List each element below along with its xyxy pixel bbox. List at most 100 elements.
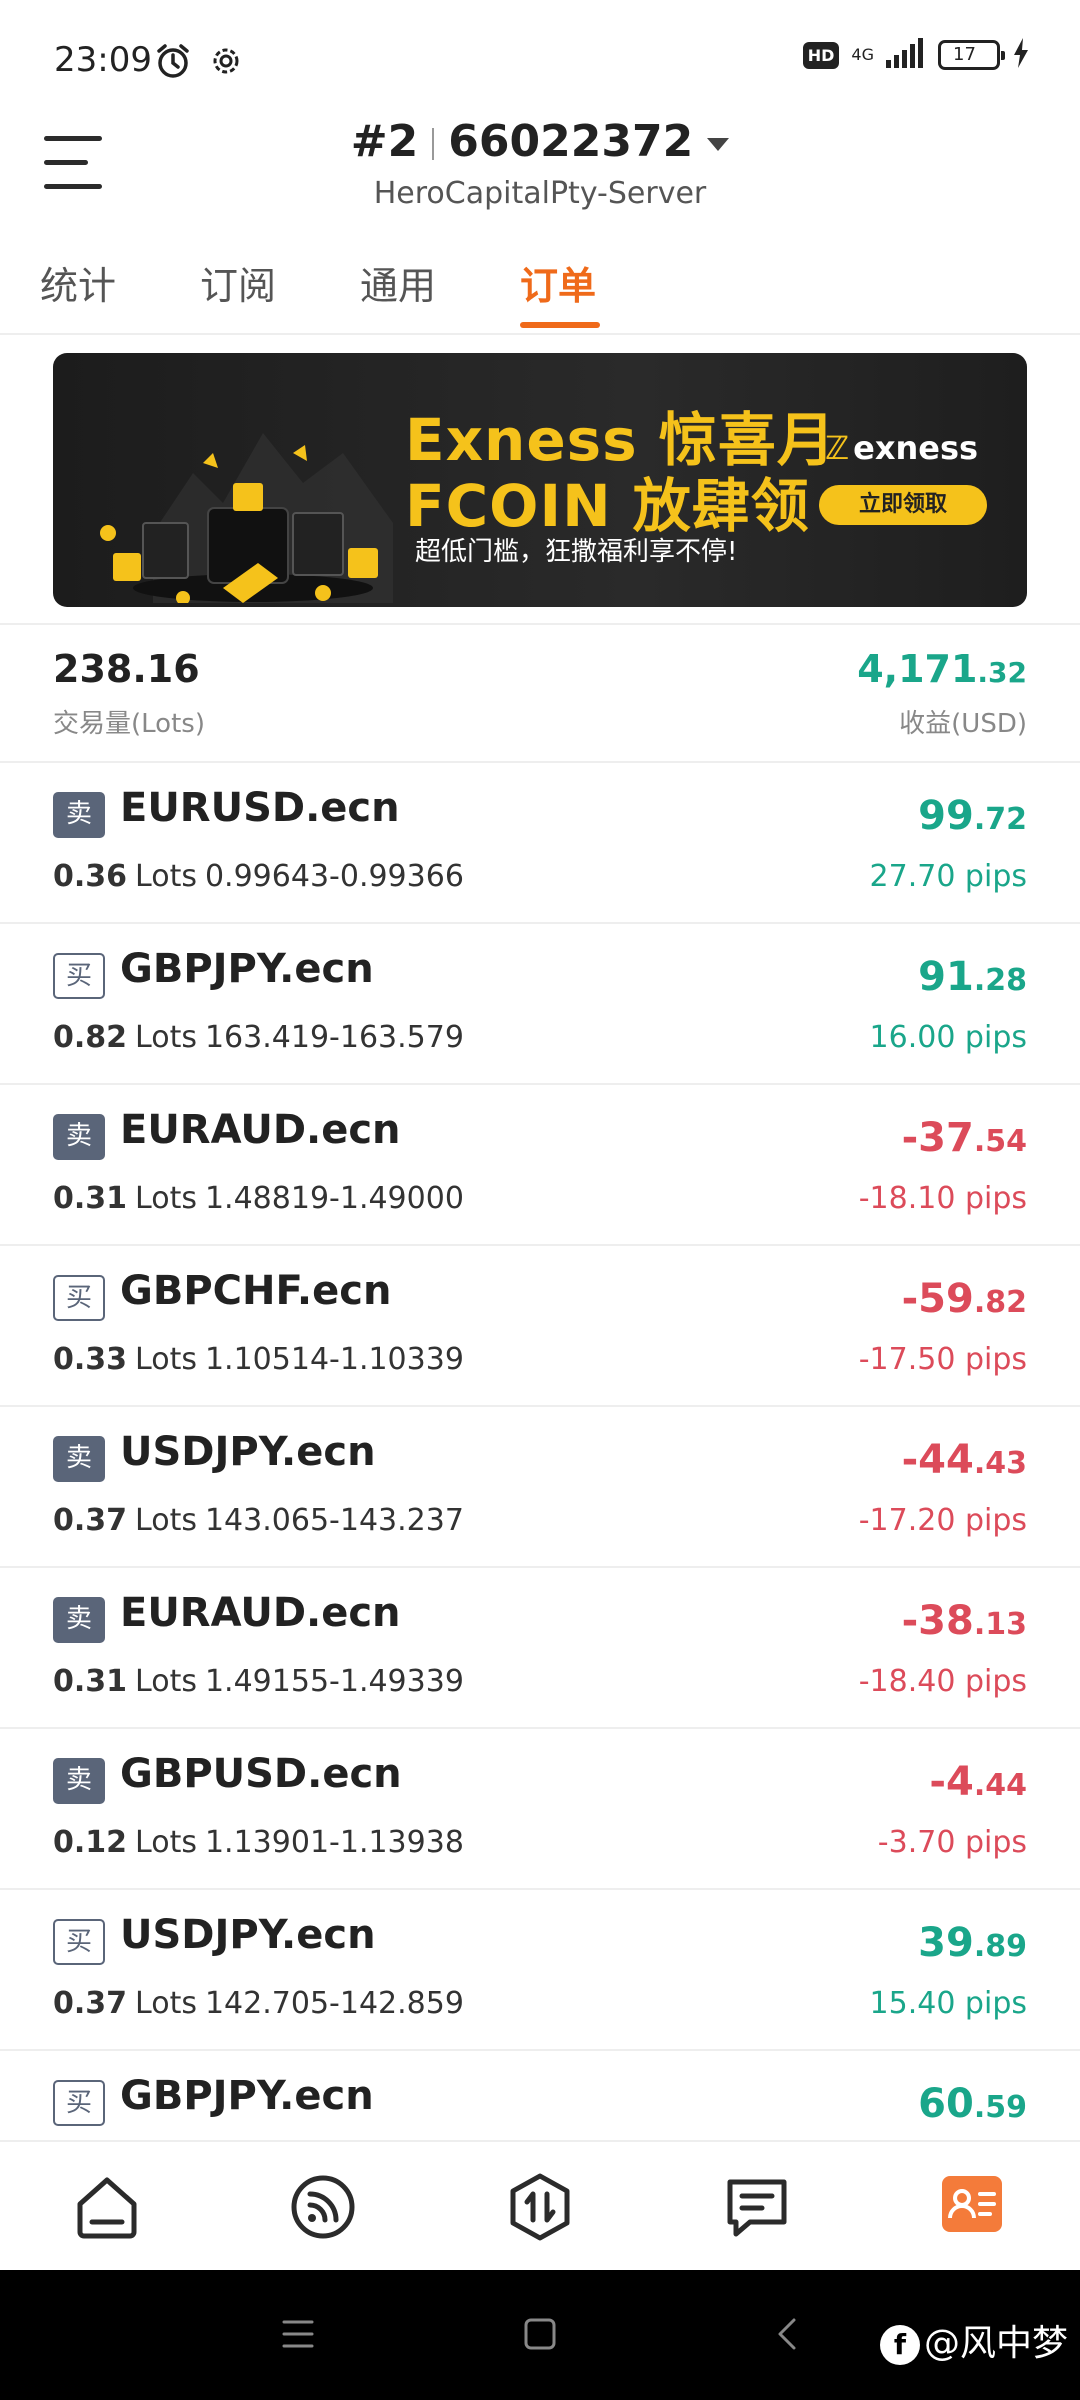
order-prices: 1.48819-1.49000 (204, 1181, 464, 1216)
exness-logo: ℤexness (825, 429, 978, 467)
status-right: HD 4G 17 (802, 38, 1030, 72)
order-symbol: EURAUD.ecn (120, 1107, 401, 1153)
order-side-badge: 卖 (53, 1597, 105, 1643)
order-side-badge: 卖 (53, 792, 105, 838)
order-side-badge: 买 (53, 1919, 105, 1965)
order-profit: -4.44 (929, 1759, 1027, 1805)
order-lots-unit: Lots (135, 1020, 197, 1055)
signal-icon (291, 2175, 355, 2239)
alarm-icon (154, 42, 192, 84)
nav-messages[interactable] (722, 2172, 792, 2242)
charging-icon (1012, 38, 1030, 72)
order-pips: 15.40 pips (869, 1986, 1027, 2021)
watermark: f @风中梦 (879, 2314, 1068, 2366)
order-pips: -18.10 pips (858, 1181, 1027, 1216)
order-profit-dec: .89 (973, 1929, 1027, 1964)
dropdown-caret-icon (707, 137, 730, 151)
order-profit-int: -38 (901, 1598, 974, 1644)
settings-gear-icon (210, 45, 242, 81)
order-profit: -59.82 (902, 1276, 1027, 1322)
order-prices: 1.49155-1.49339 (204, 1664, 464, 1699)
order-row[interactable]: 卖 EURAUD.ecn 0.31 Lots 1.48819-1.49000 -37… (0, 1085, 1080, 1246)
nav-home[interactable] (72, 2172, 142, 2242)
order-row[interactable]: 买 GBPCHF.ecn 0.33 Lots 1.10514-1.10339 -59… (0, 1246, 1080, 1407)
order-side-badge: 买 (53, 1275, 105, 1321)
tab-subscriptions[interactable]: 订阅 (200, 255, 276, 310)
order-profit-int: -59 (901, 1276, 974, 1322)
order-symbol: GBPJPY.ecn (120, 2073, 374, 2119)
hd-badge: HD (802, 41, 840, 69)
home-square-icon (524, 2318, 556, 2350)
back-arrow-icon (778, 2318, 796, 2350)
status-time: 23:09 (54, 40, 152, 80)
order-row[interactable]: 卖 USDJPY.ecn 0.37 Lots 143.065-143.237 -44… (0, 1407, 1080, 1568)
system-navigation-bar: f @风中梦 (0, 2270, 1080, 2400)
order-side-badge: 买 (53, 953, 105, 999)
order-lots: 0.33 (53, 1342, 128, 1377)
exness-mark-icon: ℤ (825, 429, 850, 467)
order-pips: -17.20 pips (858, 1503, 1027, 1538)
order-symbol: EURAUD.ecn (120, 1590, 401, 1636)
order-profit-dec: .44 (973, 1768, 1027, 1803)
bottom-navigation (0, 2140, 1080, 2270)
battery-level: 17 (953, 44, 976, 65)
order-pips: -18.40 pips (858, 1664, 1027, 1699)
order-symbol: GBPJPY.ecn (120, 946, 374, 992)
order-lots-line: 0.33 Lots 1.10514-1.10339 (53, 1342, 464, 1377)
account-selector[interactable]: #2 66022372 (0, 116, 1080, 167)
order-pips: 16.00 pips (869, 1020, 1027, 1055)
total-volume-label: 交易量(Lots) (53, 709, 205, 739)
total-profit: 4,171.32 (857, 647, 1027, 691)
order-pips: 27.70 pips (869, 859, 1027, 894)
account-separator (432, 128, 435, 160)
recent-apps-button[interactable] (280, 2316, 316, 2356)
order-profit: 91.28 (918, 954, 1027, 1000)
total-profit-int: 4,171 (857, 647, 978, 691)
banner-subtitle: 超低门槛，狂撒福利享不停! (415, 537, 738, 567)
order-row[interactable]: 买 GBPJPY.ecn 0.82 Lots 163.419-163.579 91.… (0, 924, 1080, 1085)
order-symbol: USDJPY.ecn (120, 1429, 376, 1475)
order-row[interactable]: 卖 EURAUD.ecn 0.31 Lots 1.49155-1.49339 -38… (0, 1568, 1080, 1729)
order-profit-int: 99 (918, 793, 974, 839)
order-side-badge: 卖 (53, 1114, 105, 1160)
nav-trade[interactable] (505, 2172, 575, 2242)
home-icon (77, 2177, 137, 2239)
promo-banner[interactable]: Exness 惊喜月 FCOIN 放肆领 超低门槛，狂撒福利享不停! ℤexne… (53, 353, 1027, 607)
order-profit-dec: .59 (973, 2090, 1027, 2125)
order-profit-dec: .82 (973, 1285, 1027, 1320)
order-lots-line: 0.82 Lots 163.419-163.579 (53, 1020, 464, 1055)
order-row[interactable]: 买 USDJPY.ecn 0.37 Lots 142.705-142.859 39.… (0, 1890, 1080, 2051)
message-icon (727, 2179, 787, 2237)
banner-claim-button[interactable]: 立即领取 (819, 485, 987, 525)
nav-signals[interactable] (288, 2172, 358, 2242)
order-row[interactable]: 卖 GBPUSD.ecn 0.12 Lots 1.13901-1.13938 -4.… (0, 1729, 1080, 1890)
back-button[interactable] (770, 2316, 806, 2356)
network-type: 4G (851, 45, 874, 64)
order-profit: 39.89 (918, 1920, 1027, 1966)
tab-general[interactable]: 通用 (360, 255, 436, 310)
tab-orders[interactable]: 订单 (520, 255, 596, 310)
home-button[interactable] (522, 2316, 558, 2356)
order-prices: 143.065-143.237 (204, 1503, 464, 1538)
tab-statistics[interactable]: 统计 (40, 255, 116, 310)
order-prices: 1.10514-1.10339 (204, 1342, 464, 1377)
order-row[interactable]: 买 GBPJPY.ecn 60.59 (0, 2051, 1080, 2140)
order-lots-line: 0.37 Lots 142.705-142.859 (53, 1986, 464, 2021)
watermark-logo-icon: f (879, 2325, 920, 2365)
order-profit: -37.54 (902, 1115, 1027, 1161)
order-profit-int: -37 (901, 1115, 974, 1161)
order-profit-int: -44 (901, 1437, 974, 1483)
shopping-bags-illustration (100, 433, 393, 603)
total-profit-dec: .32 (977, 656, 1027, 689)
order-symbol: USDJPY.ecn (120, 1912, 376, 1958)
order-lots-line: 0.36 Lots 0.99643-0.99366 (53, 859, 464, 894)
watermark-text: @风中梦 (923, 2323, 1068, 2364)
account-index: #2 (350, 116, 419, 167)
order-lots-line: 0.37 Lots 143.065-143.237 (53, 1503, 464, 1538)
nav-profile[interactable] (940, 2172, 1010, 2242)
order-row[interactable]: 卖 EURUSD.ecn 0.36 Lots 0.99643-0.99366 99.… (0, 763, 1080, 924)
order-lots: 0.12 (53, 1825, 128, 1860)
order-profit: 60.59 (918, 2081, 1027, 2127)
order-symbol: EURUSD.ecn (120, 785, 400, 831)
order-profit-dec: .43 (973, 1446, 1027, 1481)
